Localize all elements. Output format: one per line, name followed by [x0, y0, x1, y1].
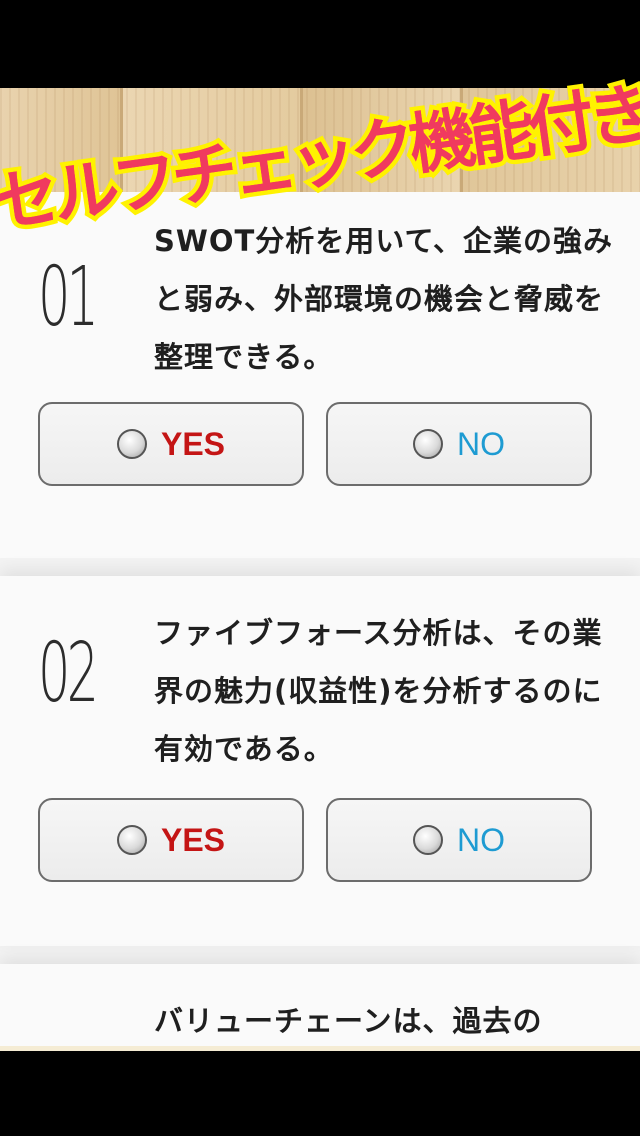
yes-button[interactable]: YES: [38, 402, 304, 486]
yes-label: YES: [160, 821, 226, 858]
radio-button-icon[interactable]: [413, 429, 443, 459]
radio-button-icon[interactable]: [116, 825, 147, 855]
question-number: 01: [38, 250, 99, 345]
question-card-3: バリューチェーンは、過去の: [0, 964, 640, 1048]
no-button[interactable]: NO: [326, 402, 592, 486]
no-label: NO: [457, 425, 505, 462]
no-button[interactable]: NO: [326, 798, 592, 882]
question-card-2: 02 ファイブフォース分析は、その業界の魅力(収益性)を分析するのに有効である。…: [0, 576, 640, 946]
question-text: ファイブフォース分析は、その業界の魅力(収益性)を分析するのに有効である。: [154, 616, 603, 766]
question-text: バリューチェーンは、過去の: [154, 1004, 543, 1038]
yes-button[interactable]: YES: [38, 798, 304, 882]
question-number: 02: [38, 626, 99, 721]
bottom-bar: [0, 1051, 640, 1136]
no-label: NO: [457, 821, 505, 858]
radio-button-icon[interactable]: [116, 429, 147, 459]
yes-label: YES: [160, 425, 226, 462]
question-list[interactable]: 01 SWOT分析を用いて、企業の強みと弱み、外部環境の機会と脅威を整理できる。…: [0, 192, 640, 1048]
radio-button-icon[interactable]: [413, 825, 443, 855]
